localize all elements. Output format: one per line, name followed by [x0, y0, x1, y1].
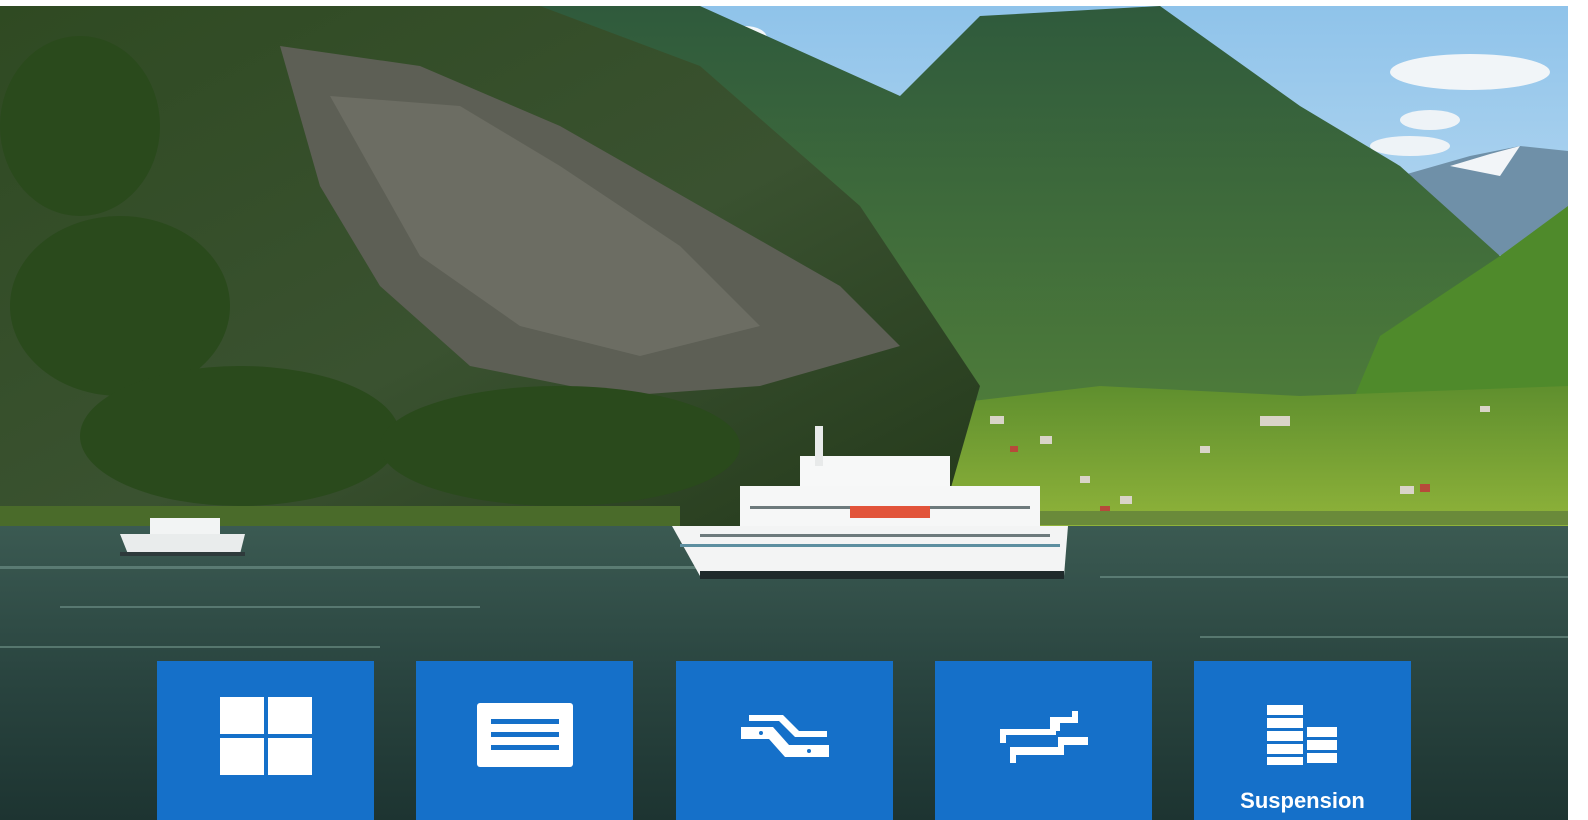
tile-4[interactable]: [935, 661, 1152, 820]
tile-1[interactable]: [157, 661, 374, 820]
tile-3[interactable]: [676, 661, 893, 820]
lines-panel-icon: [476, 703, 573, 767]
tile-5-label: Suspension: [1240, 788, 1365, 813]
suspension-blocks-icon: [1266, 705, 1337, 765]
stepped-rails-icon: [999, 711, 1088, 763]
feature-tiles: Suspension: [0, 6, 1568, 820]
hero-banner: Suspension: [0, 6, 1568, 820]
grid-four-panels-icon: [219, 697, 312, 775]
connector-rails-icon: [740, 715, 829, 757]
tile-5[interactable]: Suspension: [1194, 661, 1411, 820]
tile-2[interactable]: [416, 661, 633, 820]
